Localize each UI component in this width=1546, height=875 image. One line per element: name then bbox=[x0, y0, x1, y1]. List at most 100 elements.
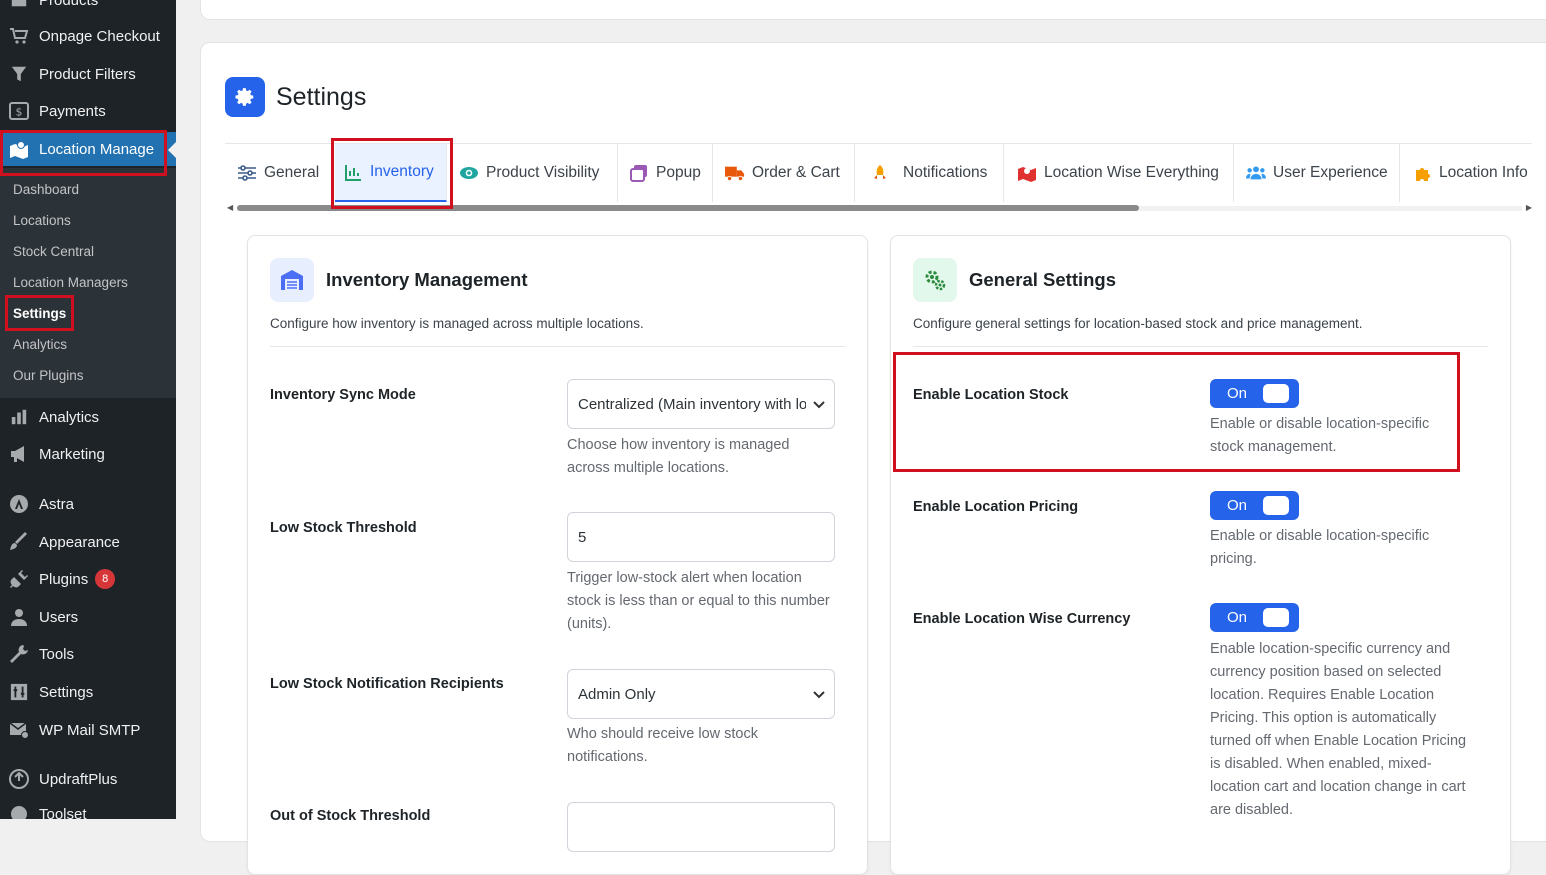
menu-appearance[interactable]: Appearance bbox=[0, 525, 176, 559]
menu-tools[interactable]: Tools bbox=[0, 637, 176, 671]
map-icon bbox=[1017, 163, 1037, 183]
astra-icon bbox=[9, 494, 29, 514]
tab-label: User Experience bbox=[1273, 164, 1388, 181]
settings-icon bbox=[9, 682, 29, 702]
enable-location-stock-toggle[interactable]: On bbox=[1210, 379, 1299, 408]
tab-popup[interactable]: Popup bbox=[618, 144, 713, 202]
tab-location-wise-everything[interactable]: Location Wise Everything bbox=[1004, 144, 1234, 202]
menu-toolset[interactable]: Toolset bbox=[0, 797, 176, 819]
tab-general[interactable]: General bbox=[225, 144, 332, 202]
menu-marketing[interactable]: Marketing bbox=[0, 437, 176, 471]
enable-location-stock-label: Enable Location Stock bbox=[913, 387, 1069, 403]
menu-label: Product Filters bbox=[39, 65, 136, 83]
plugins-update-badge: 8 bbox=[95, 569, 116, 589]
enable-location-pricing-toggle[interactable]: On bbox=[1210, 491, 1299, 520]
low-stock-threshold-help: Trigger low-stock alert when location st… bbox=[567, 570, 830, 632]
tab-inventory[interactable]: Inventory bbox=[335, 144, 447, 202]
submenu-location-managers[interactable]: Location Managers bbox=[13, 271, 128, 295]
inventory-card-title: Inventory Management bbox=[326, 269, 528, 290]
menu-analytics[interactable]: Analytics bbox=[0, 400, 176, 434]
chart-icon bbox=[343, 162, 363, 182]
gears-icon bbox=[913, 258, 957, 302]
tab-order-cart[interactable]: Order & Cart bbox=[713, 144, 855, 202]
settings-tabs: General Inventory Product Visibility Pop… bbox=[225, 143, 1532, 203]
tab-user-experience[interactable]: User Experience bbox=[1234, 144, 1400, 202]
megaphone-icon bbox=[9, 444, 29, 464]
brush-icon bbox=[9, 532, 29, 552]
low-stock-threshold-input[interactable]: 5 bbox=[567, 512, 835, 562]
menu-product-filters[interactable]: Product Filters bbox=[0, 57, 176, 91]
enable-location-pricing-help: Enable or disable location-specific pric… bbox=[1210, 528, 1430, 567]
scroll-right-arrow[interactable]: ▶ bbox=[1526, 204, 1532, 212]
menu-settings[interactable]: Settings bbox=[0, 675, 176, 709]
menu-updraftplus[interactable]: UpdraftPlus bbox=[0, 762, 176, 796]
popup-icon bbox=[629, 163, 649, 183]
low-stock-recipients-select[interactable]: Admin Only bbox=[567, 669, 835, 719]
toggle-state-label: On bbox=[1227, 609, 1248, 626]
tab-label: Product Visibility bbox=[486, 164, 600, 181]
tab-label: Inventory bbox=[370, 163, 434, 180]
admin-sidebar: Products Onpage Checkout Product Filters… bbox=[0, 0, 176, 819]
submenu-locations[interactable]: Locations bbox=[13, 209, 71, 233]
menu-label: Settings bbox=[39, 683, 94, 701]
submenu-settings[interactable]: Settings bbox=[13, 302, 66, 326]
general-card-description: Configure general settings for location-… bbox=[913, 316, 1363, 331]
tab-label: Notifications bbox=[903, 164, 988, 181]
menu-label: Location Manage bbox=[39, 140, 155, 158]
tab-notifications[interactable]: Notifications bbox=[855, 144, 1004, 202]
inventory-card-description: Configure how inventory is managed acros… bbox=[270, 316, 644, 331]
toggle-state-label: On bbox=[1227, 385, 1248, 402]
payments-icon: $ bbox=[9, 101, 29, 121]
tab-label: Location Info bbox=[1439, 164, 1528, 181]
menu-plugins[interactable]: Plugins 8 bbox=[0, 562, 176, 596]
enable-location-currency-label: Enable Location Wise Currency bbox=[913, 611, 1131, 627]
svg-text:$: $ bbox=[16, 106, 23, 119]
menu-users[interactable]: Users bbox=[0, 600, 176, 634]
scroll-thumb[interactable] bbox=[237, 205, 1139, 211]
submenu-dashboard[interactable]: Dashboard bbox=[13, 178, 79, 202]
enable-location-currency-help: Enable location-specific currency and cu… bbox=[1210, 641, 1467, 818]
menu-label: Appearance bbox=[39, 533, 120, 551]
low-stock-recipients-label: Low Stock Notification Recipients bbox=[270, 676, 504, 692]
tab-product-visibility[interactable]: Product Visibility bbox=[447, 144, 618, 202]
plugin-icon bbox=[9, 569, 29, 589]
submenu-stock-central[interactable]: Stock Central bbox=[13, 240, 94, 264]
low-stock-threshold-label: Low Stock Threshold bbox=[270, 520, 417, 536]
menu-payments[interactable]: $ Payments bbox=[0, 94, 176, 128]
general-card-title: General Settings bbox=[969, 269, 1117, 290]
toolset-icon bbox=[9, 804, 29, 819]
menu-onpage-checkout[interactable]: Onpage Checkout bbox=[0, 19, 176, 53]
toggle-knob bbox=[1263, 496, 1289, 515]
scroll-left-arrow[interactable]: ◀ bbox=[227, 204, 233, 212]
tab-label: Location Wise Everything bbox=[1044, 164, 1219, 181]
inventory-sync-mode-select[interactable]: Centralized (Main inventory with locatio… bbox=[567, 379, 835, 429]
chevron-down-icon bbox=[813, 691, 825, 699]
filter-icon bbox=[9, 64, 29, 84]
out-of-stock-threshold-input[interactable] bbox=[567, 802, 835, 852]
sliders-icon bbox=[237, 163, 257, 183]
toggle-knob bbox=[1263, 384, 1289, 403]
menu-products[interactable]: Products bbox=[0, 0, 176, 17]
menu-wp-mail-smtp[interactable]: WP Mail SMTP bbox=[0, 713, 176, 747]
inventory-management-card: Inventory Management Configure how inven… bbox=[247, 235, 868, 875]
tab-location-info[interactable]: Location Info bbox=[1400, 144, 1532, 202]
tabs-scrollbar[interactable]: ◀ ▶ bbox=[227, 204, 1532, 212]
toggle-knob bbox=[1263, 608, 1289, 627]
submenu-our-plugins[interactable]: Our Plugins bbox=[13, 364, 84, 388]
analytics-icon bbox=[9, 407, 29, 427]
top-panel bbox=[200, 0, 1546, 20]
enable-location-pricing-label: Enable Location Pricing bbox=[913, 499, 1079, 515]
users-icon bbox=[1246, 163, 1266, 183]
low-stock-recipients-help: Who should receive low stock notificatio… bbox=[567, 726, 758, 765]
chevron-down-icon bbox=[813, 401, 825, 409]
menu-label: Marketing bbox=[39, 445, 105, 463]
enable-location-currency-toggle[interactable]: On bbox=[1210, 603, 1299, 632]
settings-panel: Settings General Inventory Product Visib… bbox=[200, 42, 1546, 875]
puzzle-icon bbox=[1412, 163, 1432, 183]
menu-astra[interactable]: Astra bbox=[0, 487, 176, 521]
submenu-analytics[interactable]: Analytics bbox=[13, 333, 67, 357]
updraft-icon bbox=[9, 769, 29, 789]
menu-label: Tools bbox=[39, 645, 75, 663]
menu-location-manage[interactable]: Location Manage bbox=[0, 132, 176, 166]
menu-label: Products bbox=[39, 0, 99, 9]
